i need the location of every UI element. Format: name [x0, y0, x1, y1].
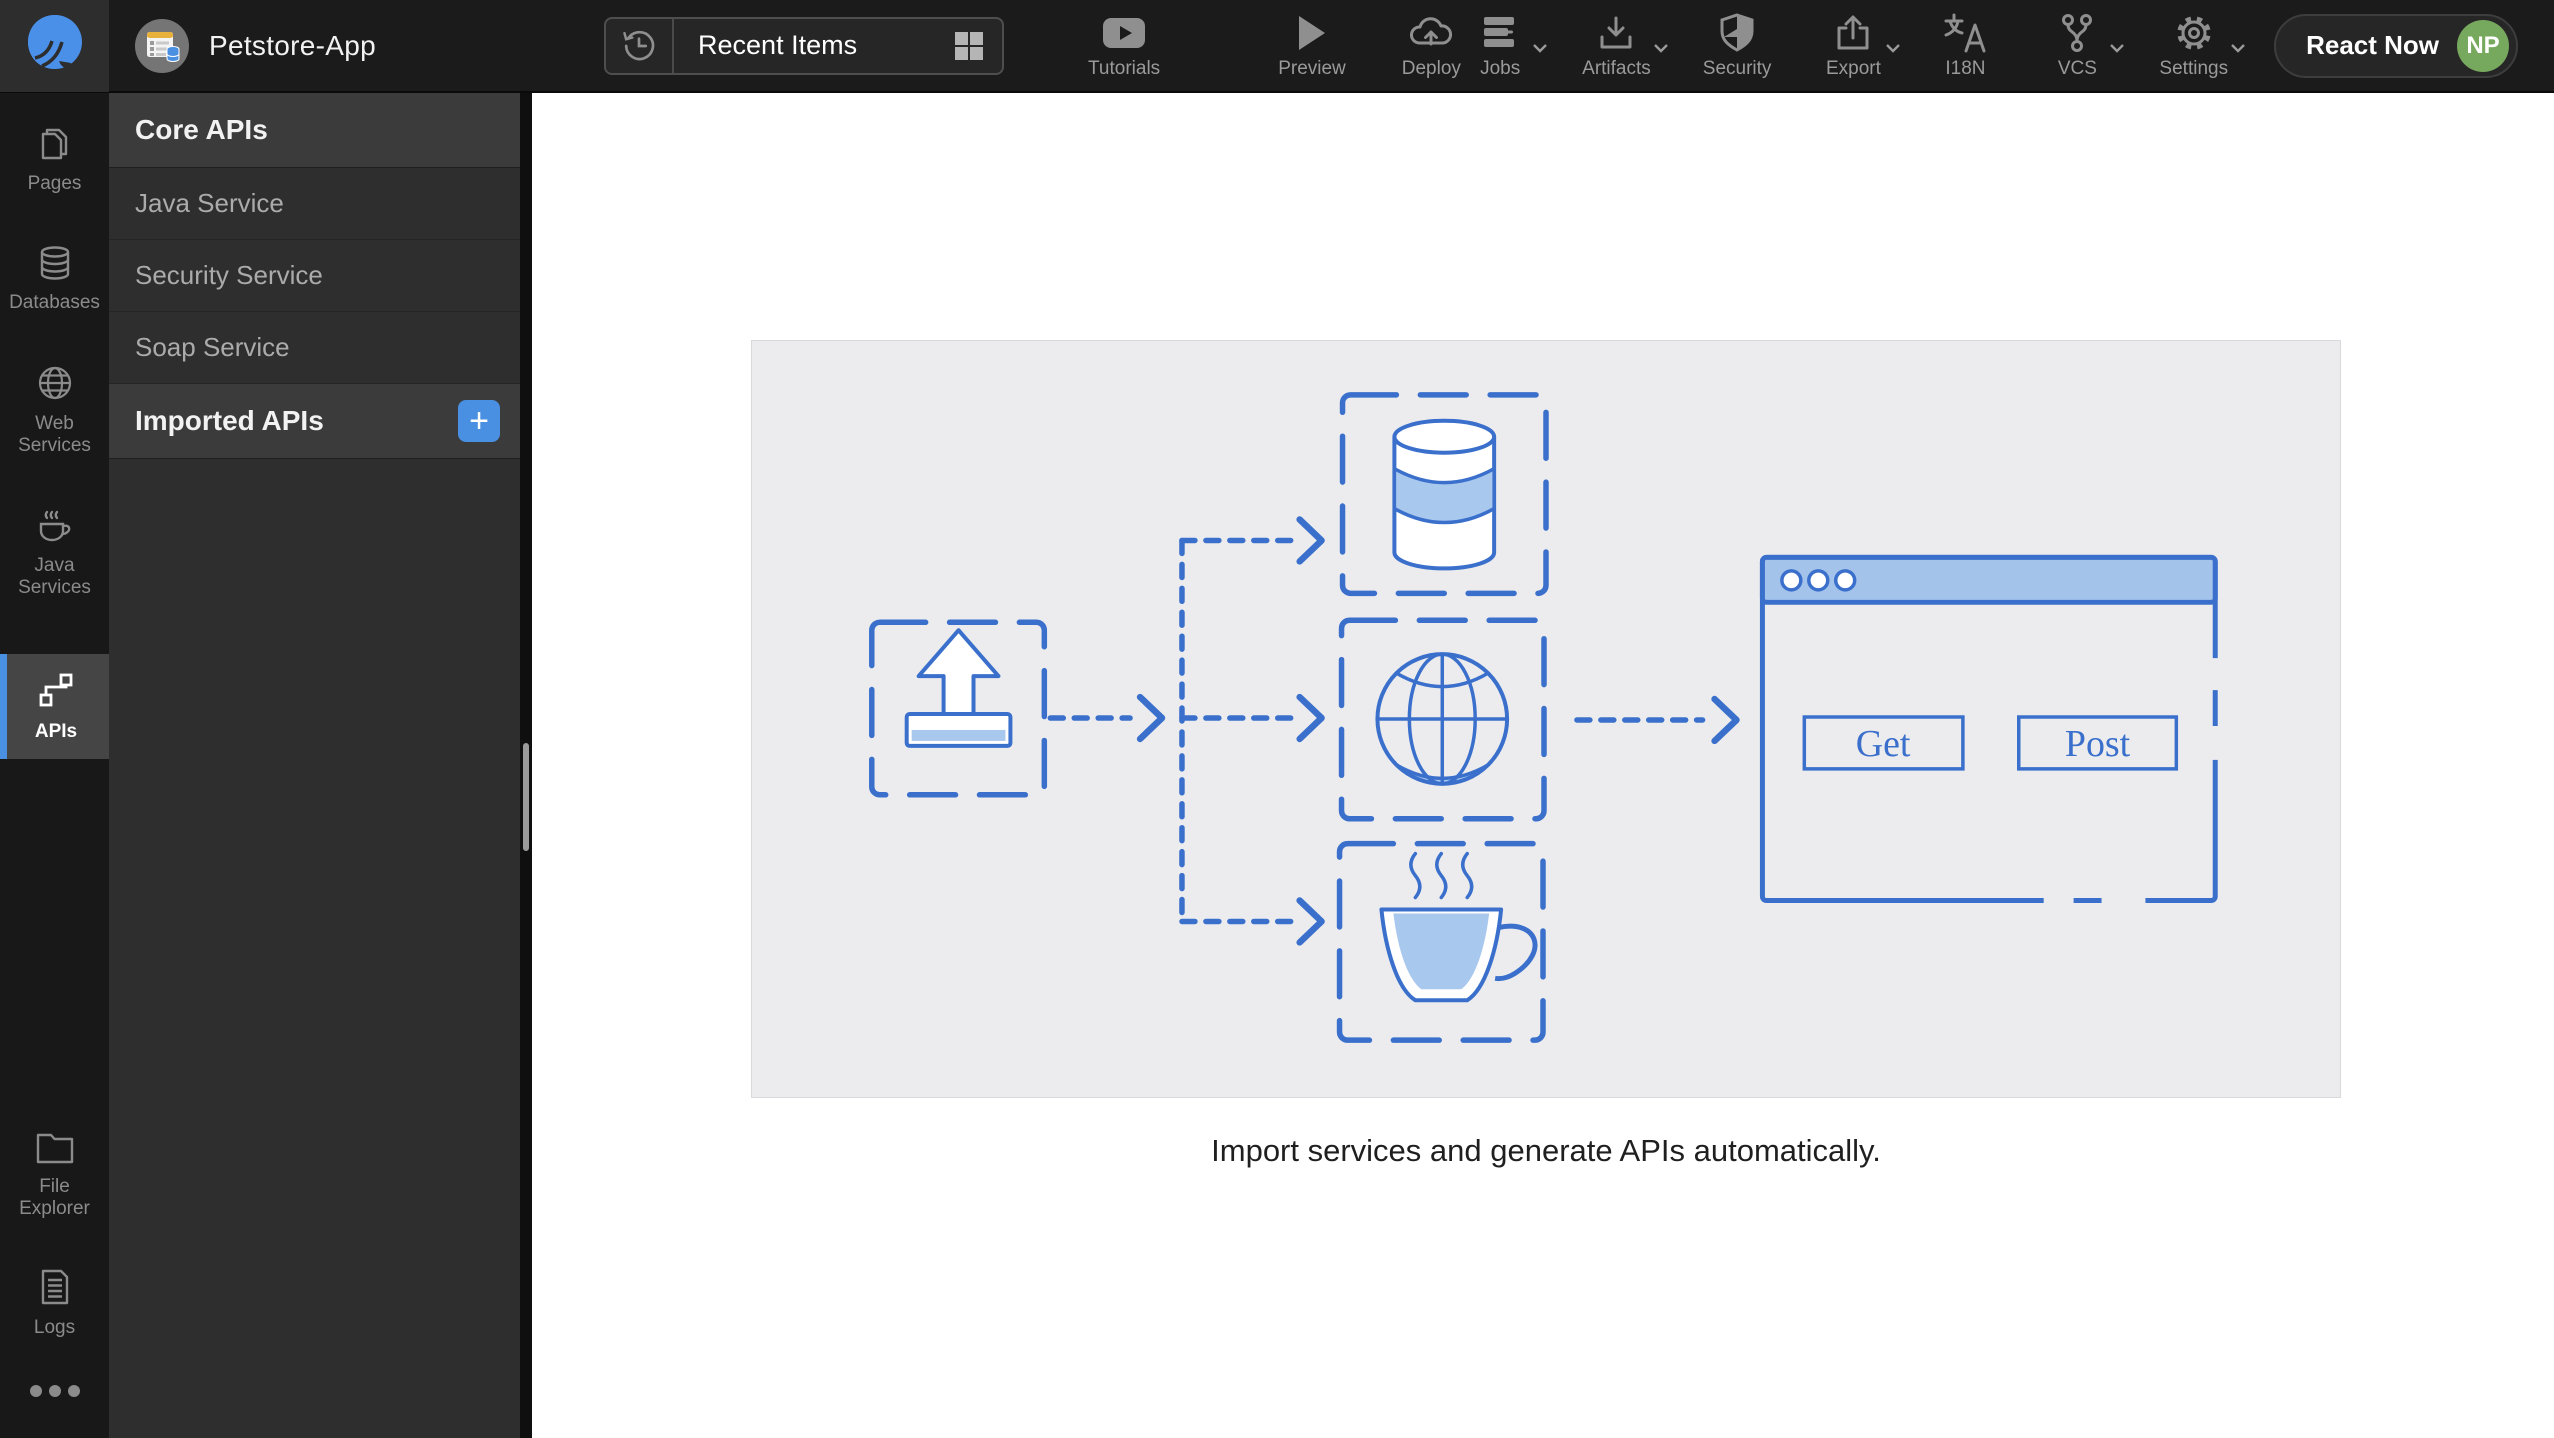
- arrowheads: [1136, 516, 1740, 946]
- upload-icon: [904, 628, 1013, 748]
- sidebar-item-apis[interactable]: APIs: [0, 654, 109, 759]
- sidebar-item-label: Logs: [33, 1317, 76, 1339]
- project-name: Petstore-App: [209, 29, 377, 61]
- vcs-menu[interactable]: VCS: [2047, 11, 2125, 80]
- panel-item-soap-service[interactable]: Soap Service: [109, 312, 520, 384]
- user-avatar[interactable]: NP: [2457, 19, 2509, 72]
- youtube-icon: [1102, 11, 1146, 55]
- jobs-icon: [1480, 11, 1520, 55]
- recent-items-dropdown[interactable]: Recent Items: [604, 16, 1005, 75]
- app-window: Petstore-App Recent Items Tutorials Prev…: [0, 0, 2554, 1438]
- pages-icon: [37, 126, 73, 167]
- chevron-down-icon: [1532, 41, 1548, 59]
- recent-items-label: Recent Items: [698, 30, 858, 60]
- core-apis-header: Core APIs: [109, 93, 520, 168]
- sidebar-item-label: Java Services: [18, 555, 91, 599]
- jobs-menu[interactable]: Jobs: [1470, 11, 1548, 80]
- sidebar-item-label: Web Services: [18, 412, 91, 456]
- chevron-down-icon: [1885, 41, 1901, 59]
- core-apis-title: Core APIs: [135, 114, 268, 145]
- panel-item-java-service[interactable]: Java Service: [109, 168, 520, 240]
- sidebar-item-label: Pages: [27, 173, 82, 194]
- grid-icon: [952, 29, 986, 63]
- artifacts-menu[interactable]: Artifacts: [1582, 11, 1668, 80]
- tutorials-button[interactable]: Tutorials: [1088, 11, 1160, 80]
- sidebar-item-databases[interactable]: Databases: [0, 232, 109, 327]
- sidebar-item-label: APIs: [34, 721, 78, 743]
- import-flow-illustration: Get Post: [869, 392, 2221, 1043]
- project-info[interactable]: Petstore-App: [135, 18, 377, 73]
- chevron-down-icon: [2230, 41, 2246, 59]
- panel-divider: [520, 93, 532, 1438]
- play-icon: [1297, 11, 1327, 55]
- chevron-down-icon: [1653, 41, 1669, 59]
- security-label: Security: [1702, 58, 1772, 79]
- history-icon: [606, 18, 675, 73]
- window-controls: [1780, 569, 1857, 592]
- diagram-caption: Import services and generate APIs automa…: [1211, 1133, 1881, 1168]
- main-content: Get Post Import services and generate AP…: [532, 93, 2554, 1438]
- coffee-cup-icon: [35, 506, 75, 549]
- sidebar-item-label: File Explorer: [19, 1176, 90, 1220]
- sidebar-item-java-services[interactable]: Java Services: [0, 493, 109, 612]
- coffee-cup-icon: [1379, 851, 1538, 1003]
- wave-logo-icon: [25, 12, 85, 79]
- preview-label: Preview: [1278, 58, 1346, 79]
- cloud-upload-icon: [1408, 11, 1454, 55]
- i18n-menu[interactable]: I18N: [1935, 11, 1995, 80]
- react-now-label: React Now: [2306, 30, 2439, 60]
- shield-icon: [1720, 11, 1754, 55]
- top-bar: Petstore-App Recent Items Tutorials Prev…: [0, 0, 2554, 93]
- more-options-button[interactable]: [0, 1374, 109, 1408]
- sidebar-item-pages[interactable]: Pages: [0, 113, 109, 208]
- brand-logo[interactable]: [0, 0, 109, 92]
- panel-item-security-service[interactable]: Security Service: [109, 240, 520, 312]
- sidebar-item-web-services[interactable]: Web Services: [0, 351, 109, 470]
- vcs-label: VCS: [2057, 58, 2097, 79]
- globe-icon: [1375, 652, 1510, 786]
- react-now-button[interactable]: React Now NP: [2274, 13, 2518, 78]
- post-button-label: Post: [2065, 723, 2131, 765]
- export-icon: [1833, 11, 1873, 55]
- imported-apis-title: Imported APIs: [135, 405, 324, 436]
- database-icon: [1392, 418, 1497, 571]
- sidebar-item-logs[interactable]: Logs: [0, 1255, 109, 1352]
- import-diagram: Get Post: [751, 340, 2341, 1098]
- tutorials-label: Tutorials: [1088, 58, 1161, 79]
- deploy-label: Deploy: [1401, 58, 1461, 79]
- get-button-label: Get: [1856, 723, 1911, 765]
- log-file-icon: [38, 1268, 72, 1311]
- imported-apis-header: Imported APIs +: [109, 384, 520, 459]
- left-sidebar: Pages Databases Web Services Java Servic…: [0, 93, 109, 1438]
- deploy-button[interactable]: Deploy: [1402, 11, 1461, 80]
- export-label: Export: [1825, 58, 1881, 79]
- translate-icon: [1943, 11, 1987, 55]
- security-menu[interactable]: Security: [1702, 11, 1772, 80]
- folder-icon: [35, 1131, 75, 1170]
- git-branch-icon: [2058, 11, 2096, 55]
- export-menu[interactable]: Export: [1823, 11, 1901, 80]
- chevron-down-icon: [2109, 41, 2125, 59]
- app-window-icon: [147, 31, 180, 62]
- panel-scrollbar-thumb[interactable]: [523, 743, 529, 851]
- ellipsis-icon: [29, 1385, 80, 1397]
- preview-button[interactable]: Preview: [1278, 11, 1346, 80]
- gear-icon: [2173, 11, 2215, 55]
- globe-icon: [36, 364, 74, 407]
- api-flow-icon: [36, 670, 76, 715]
- i18n-label: I18N: [1945, 58, 1986, 79]
- browser-window: Get Post: [1759, 554, 2221, 906]
- settings-label: Settings: [2159, 58, 2229, 79]
- sidebar-item-file-explorer[interactable]: File Explorer: [0, 1118, 109, 1233]
- jobs-label: Jobs: [1480, 58, 1521, 79]
- project-avatar: [135, 18, 189, 73]
- artifacts-label: Artifacts: [1582, 58, 1651, 79]
- sidebar-item-label: Databases: [9, 291, 100, 313]
- add-api-button[interactable]: +: [458, 400, 500, 442]
- database-icon: [36, 245, 74, 286]
- artifacts-download-icon: [1596, 11, 1636, 55]
- apis-panel: Core APIs Java Service Security Service …: [109, 93, 520, 1438]
- settings-menu[interactable]: Settings: [2159, 11, 2245, 80]
